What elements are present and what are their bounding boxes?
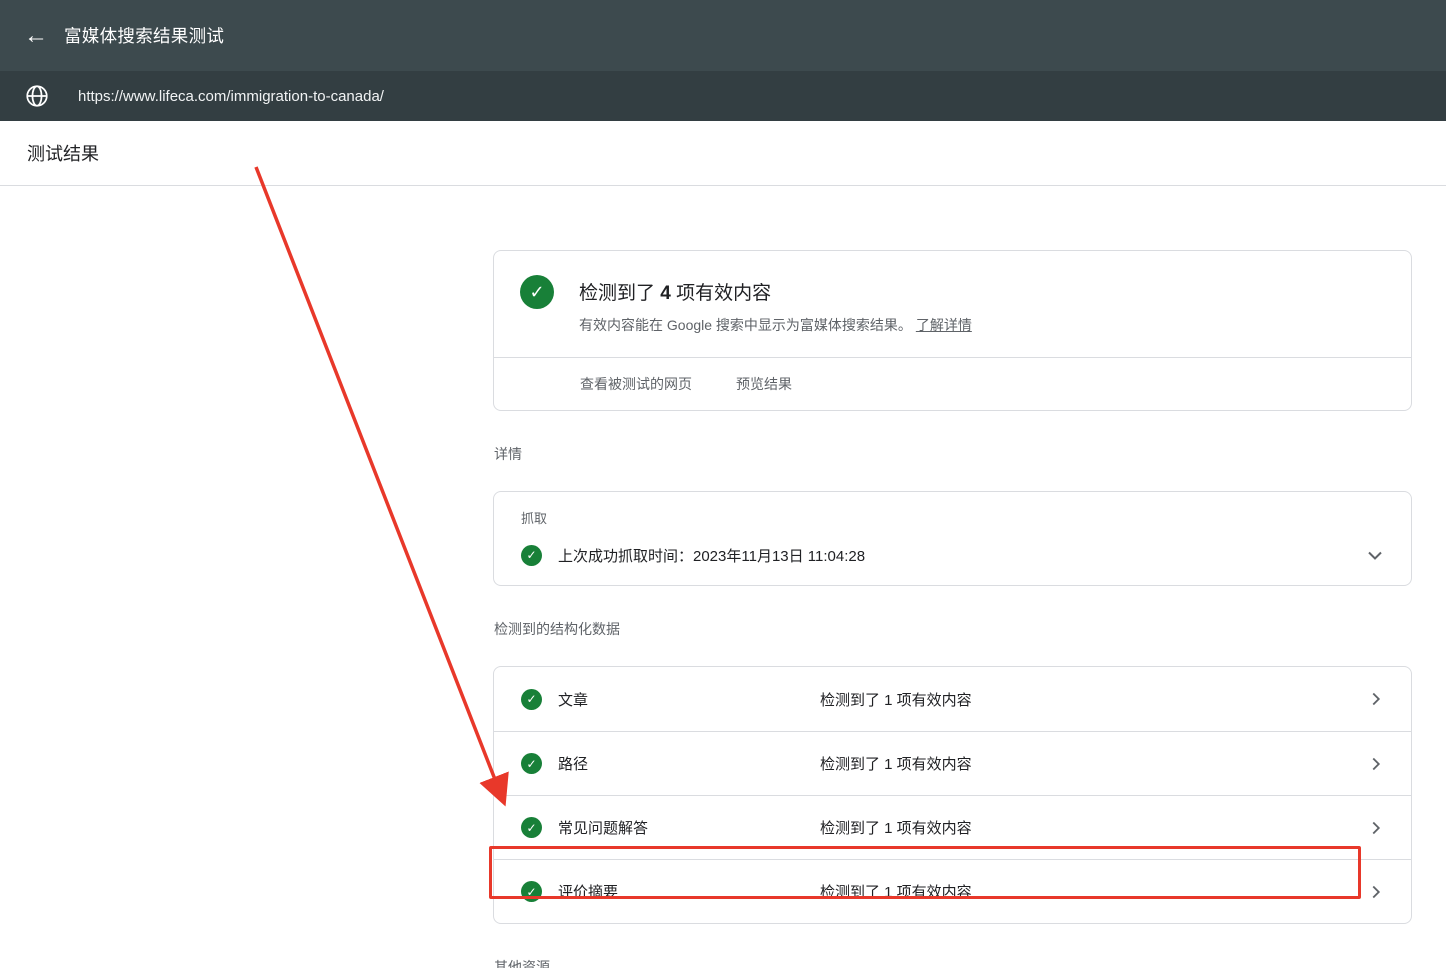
results-header: 测试结果 — [0, 121, 1446, 186]
crawl-card[interactable]: 抓取 ✓ 上次成功抓取时间：2023年11月13日 11:04:28 — [493, 491, 1412, 586]
chevron-right-icon — [1365, 753, 1387, 775]
structured-data-label: 检测到的结构化数据 — [494, 621, 620, 637]
summary-title-prefix: 检测到了 — [579, 283, 661, 304]
item-status: 检测到了 1 项有效内容 — [820, 820, 972, 837]
item-status: 检测到了 1 项有效内容 — [820, 756, 972, 773]
structured-data-row-article[interactable]: ✓ 文章 检测到了 1 项有效内容 — [494, 667, 1411, 731]
app-title: 富媒体搜索结果测试 — [64, 26, 225, 46]
learn-more-link[interactable]: 了解详情 — [916, 317, 972, 333]
item-status: 检测到了 1 项有效内容 — [820, 691, 972, 709]
results-title: 测试结果 — [27, 144, 99, 164]
globe-icon — [24, 83, 50, 109]
details-label: 详情 — [494, 446, 522, 462]
success-check-icon: ✓ — [520, 275, 554, 309]
chevron-down-icon[interactable] — [1363, 543, 1387, 567]
item-name: 文章 — [558, 691, 589, 709]
summary-actions: 查看被测试的网页 预览结果 — [494, 357, 1411, 410]
preview-results-link[interactable]: 预览结果 — [736, 374, 792, 394]
crawl-last-success-time: 上次成功抓取时间：2023年11月13日 11:04:28 — [558, 547, 866, 565]
item-name: 常见问题解答 — [558, 820, 649, 837]
item-check-icon: ✓ — [521, 753, 542, 774]
item-status: 检测到了 1 项有效内容 — [820, 884, 972, 901]
item-name: 评价摘要 — [558, 884, 619, 901]
summary-title: 检测到了 4 项有效内容 — [579, 275, 972, 305]
url-bar: https://www.lifeca.com/immigration-to-ca… — [0, 71, 1446, 121]
chevron-right-icon — [1365, 688, 1387, 710]
app-header: ← 富媒体搜索结果测试 — [0, 0, 1446, 71]
item-check-icon: ✓ — [521, 688, 542, 710]
crawl-check-icon: ✓ — [521, 544, 542, 566]
item-name: 路径 — [558, 756, 589, 773]
structured-data-row-review-snippet[interactable]: ✓ 评价摘要 检测到了 1 项有效内容 — [494, 859, 1411, 923]
summary-card: ✓ 检测到了 4 项有效内容 有效内容能在 Google 搜索中显示为富媒体搜索… — [493, 250, 1412, 411]
structured-data-row-breadcrumb[interactable]: ✓ 路径 检测到了 1 项有效内容 — [494, 731, 1411, 795]
summary-title-suffix: 项有效内容 — [670, 283, 772, 304]
chevron-right-icon — [1365, 881, 1387, 903]
summary-title-count: 4 — [660, 283, 671, 304]
chevron-right-icon — [1365, 817, 1387, 839]
structured-data-row-faq[interactable]: ✓ 常见问题解答 检测到了 1 项有效内容 — [494, 795, 1411, 859]
back-button[interactable]: ← — [24, 23, 64, 48]
tested-url: https://www.lifeca.com/immigration-to-ca… — [78, 87, 384, 105]
view-tested-page-link[interactable]: 查看被测试的网页 — [580, 374, 692, 394]
item-check-icon: ✓ — [521, 817, 542, 838]
summary-subtitle: 有效内容能在 Google 搜索中显示为富媒体搜索结果。 — [579, 317, 912, 333]
crawl-label: 抓取 — [521, 511, 548, 526]
structured-data-card: ✓ 文章 检测到了 1 项有效内容 ✓ 路径 检测到了 1 项有效内容 ✓ 常见… — [493, 666, 1412, 924]
item-check-icon: ✓ — [521, 881, 542, 902]
main-content: ✓ 检测到了 4 项有效内容 有效内容能在 Google 搜索中显示为富媒体搜索… — [493, 250, 1412, 968]
